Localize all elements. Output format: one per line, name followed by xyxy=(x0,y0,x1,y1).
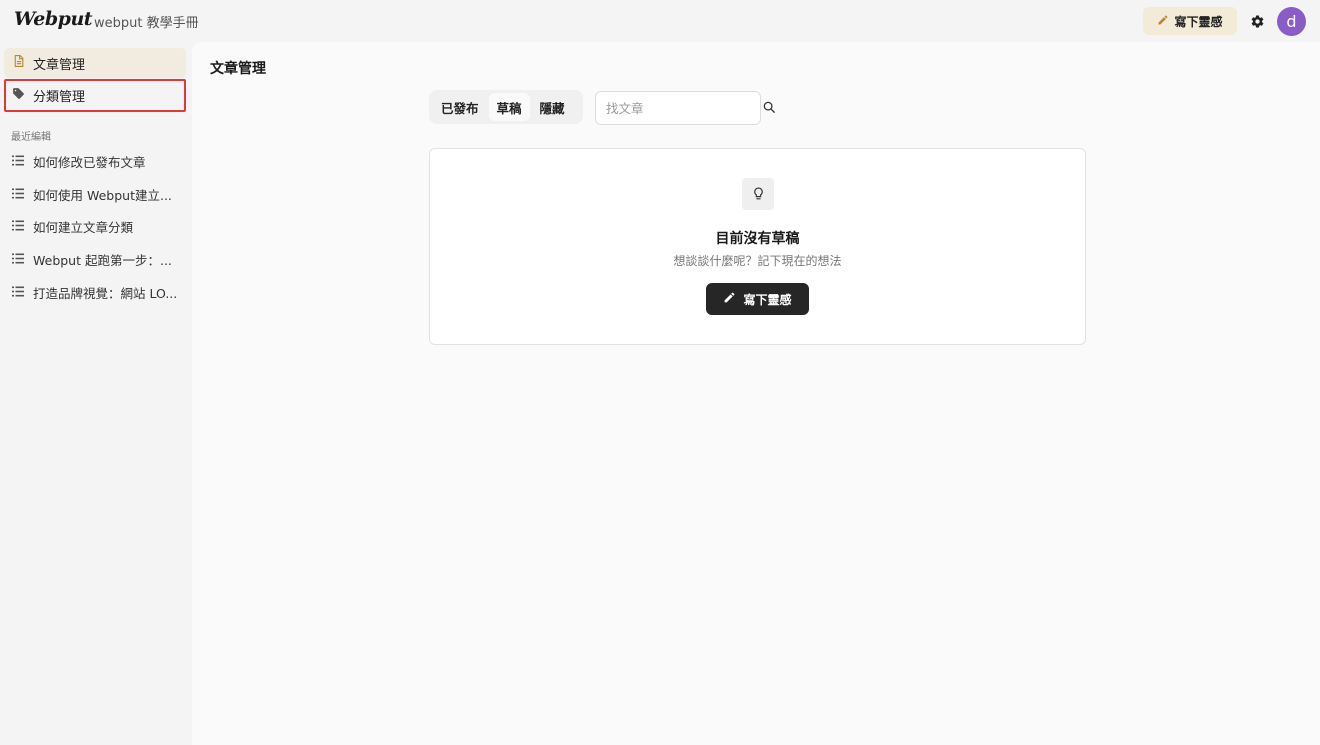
list-icon xyxy=(12,219,24,234)
site-name: webput 教學手冊 xyxy=(94,16,199,31)
recent-item[interactable]: 如何建立文章分類 xyxy=(4,212,186,240)
tab-published[interactable]: 已發布 xyxy=(433,93,487,121)
sidebar-item-label: 分類管理 xyxy=(33,90,86,105)
main-content: 文章管理 已發布 草稿 隱藏 目前沒有草稿 想談談什麼呢？記下現在的想法 寫下靈… xyxy=(192,42,1320,745)
tab-hidden[interactable]: 隱藏 xyxy=(532,93,573,121)
search-icon[interactable] xyxy=(762,99,776,118)
recent-item-label: 如何修改已發布文章 xyxy=(33,154,146,170)
status-tabs: 已發布 草稿 隱藏 xyxy=(429,90,583,124)
recent-item-label: 如何建立文章分類 xyxy=(33,219,134,235)
sidebar-item-label: 文章管理 xyxy=(33,57,86,73)
write-inspiration-card-label: 寫下靈感 xyxy=(743,292,792,307)
empty-state-card: 目前沒有草稿 想談談什麼呢？記下現在的想法 寫下靈感 xyxy=(429,148,1086,345)
recent-item-label: 打造品牌視覺：網站 LO... xyxy=(33,285,178,301)
write-inspiration-button[interactable]: 寫下靈感 xyxy=(1143,7,1237,35)
recent-item[interactable]: Webput 起跑第一步：... xyxy=(4,245,186,273)
document-icon xyxy=(12,54,25,72)
list-icon xyxy=(12,154,24,169)
write-inspiration-card-button[interactable]: 寫下靈感 xyxy=(706,283,809,315)
recent-item[interactable]: 如何修改已發布文章 xyxy=(4,147,186,175)
sidebar-item-categories[interactable]: 分類管理 xyxy=(4,79,186,112)
empty-state-title: 目前沒有草稿 xyxy=(715,231,800,247)
tag-icon xyxy=(12,87,25,104)
recent-item[interactable]: 打造品牌視覺：網站 LO... xyxy=(4,278,186,306)
search-input[interactable] xyxy=(606,100,762,116)
list-icon xyxy=(12,252,24,267)
gear-icon[interactable] xyxy=(1248,12,1266,30)
lightbulb-icon xyxy=(742,178,774,210)
avatar[interactable]: d xyxy=(1277,7,1306,36)
logo[interactable]: Webput xyxy=(14,8,93,30)
recent-section-label: 最近編輯 xyxy=(11,132,51,143)
recent-item-label: 如何使用 Webput建立... xyxy=(33,187,172,203)
page-title: 文章管理 xyxy=(210,61,266,77)
sidebar: 文章管理 分類管理 最近編輯 如何修改已發布文章 如何使用 Webput建立..… xyxy=(0,42,192,745)
search-box xyxy=(595,91,775,125)
list-icon xyxy=(12,285,24,300)
empty-state-subtitle: 想談談什麼呢？記下現在的想法 xyxy=(673,254,842,268)
list-icon xyxy=(12,187,24,202)
pencil-icon xyxy=(1157,14,1169,29)
write-inspiration-label: 寫下靈感 xyxy=(1174,14,1223,29)
recent-item-label: Webput 起跑第一步：... xyxy=(33,252,172,268)
tab-drafts[interactable]: 草稿 xyxy=(488,93,530,121)
recent-item[interactable]: 如何使用 Webput建立... xyxy=(4,180,186,208)
top-bar: Webput webput 教學手冊 寫下靈感 d xyxy=(0,0,1320,42)
pencil-icon xyxy=(723,291,736,307)
sidebar-item-articles[interactable]: 文章管理 xyxy=(4,48,186,78)
